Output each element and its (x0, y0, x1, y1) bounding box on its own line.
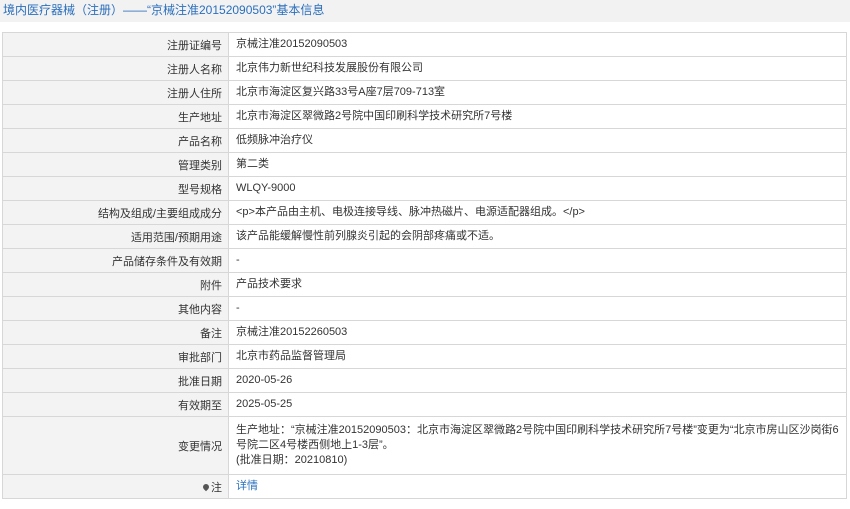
table-row: 备注 京械注准20152260503 (2, 320, 847, 345)
field-value: 该产品能缓解慢性前列腺炎引起的会阴部疼痛或不适。 (228, 224, 847, 249)
field-label: 变更情况 (2, 416, 229, 475)
field-label: 型号规格 (2, 176, 229, 201)
table-row: 适用范围/预期用途 该产品能缓解慢性前列腺炎引起的会阴部疼痛或不适。 (2, 224, 847, 249)
table-row: 批准日期 2020-05-26 (2, 368, 847, 393)
table-row: 结构及组成/主要组成成分 <p>本产品由主机、电极连接导线、脉冲热磁片、电源适配器… (2, 200, 847, 225)
note-value: 详情 (228, 474, 847, 499)
field-label: 管理类别 (2, 152, 229, 177)
field-value: 产品技术要求 (228, 272, 847, 297)
field-label: 产品储存条件及有效期 (2, 248, 229, 273)
field-value: WLQY-9000 (228, 176, 847, 201)
field-label: 有效期至 (2, 392, 229, 417)
field-value: 北京市药品监督管理局 (228, 344, 847, 369)
field-label: 注册人名称 (2, 56, 229, 81)
table-row: 注册人名称 北京伟力新世纪科技发展股份有限公司 (2, 56, 847, 81)
page-title: 境内医疗器械（注册）——“京械注准20152090503”基本信息 (3, 0, 324, 20)
table-row: 有效期至 2025-05-25 (2, 392, 847, 417)
table-row: 审批部门 北京市药品监督管理局 (2, 344, 847, 369)
field-label: 批准日期 (2, 368, 229, 393)
field-label: 附件 (2, 272, 229, 297)
record-title: “京械注准20152090503”基本信息 (147, 3, 325, 17)
field-value: 京械注准20152090503 (228, 32, 847, 57)
field-label: 生产地址 (2, 104, 229, 129)
detail-table: 注册证编号 京械注准20152090503 注册人名称 北京伟力新世纪科技发展股份有限… (2, 32, 847, 499)
change-approval-date: (批准日期：20210810) (236, 454, 348, 466)
page-header: 境内医疗器械（注册）——“京械注准20152090503”基本信息 (0, 0, 850, 22)
field-value: - (228, 296, 847, 321)
details-link[interactable]: 详情 (236, 480, 258, 492)
field-value: 京械注准20152260503 (228, 320, 847, 345)
field-label: 注册证编号 (2, 32, 229, 57)
field-label: 备注 (2, 320, 229, 345)
field-label: 其他内容 (2, 296, 229, 321)
table-row: 生产地址 北京市海淀区翠微路2号院中国印刷科学技术研究所7号楼 (2, 104, 847, 129)
table-row: 型号规格 WLQY-9000 (2, 176, 847, 201)
field-label: 注 (211, 481, 222, 494)
field-value: - (228, 248, 847, 273)
table-row: 注册人住所 北京市海淀区复兴路33号A座7层709-713室 (2, 80, 847, 105)
change-value: 生产地址：“京械注准20152090503：北京市海淀区翠微路2号院中国印刷科学… (228, 416, 847, 475)
field-value: 第二类 (228, 152, 847, 177)
table-row-change: 变更情况 生产地址：“京械注准20152090503：北京市海淀区翠微路2号院中… (2, 416, 847, 475)
field-label: 审批部门 (2, 344, 229, 369)
field-value: 北京伟力新世纪科技发展股份有限公司 (228, 56, 847, 81)
table-row-note: 注 详情 (2, 474, 847, 499)
section-title: 境内医疗器械（注册） (3, 3, 124, 17)
field-label: 适用范围/预期用途 (2, 224, 229, 249)
change-line: 生产地址：“京械注准20152090503：北京市海淀区翠微路2号院中国印刷科学… (236, 424, 839, 451)
field-value: 2020-05-26 (228, 368, 847, 393)
field-value: <p>本产品由主机、电极连接导线、脉冲热磁片、电源适配器组成。</p> (228, 200, 847, 225)
field-value: 北京市海淀区翠微路2号院中国印刷科学技术研究所7号楼 (228, 104, 847, 129)
field-value: 2025-05-25 (228, 392, 847, 417)
note-label-cell: 注 (2, 474, 229, 499)
table-row: 产品名称 低频脉冲治疗仪 (2, 128, 847, 153)
table-row: 管理类别 第二类 (2, 152, 847, 177)
field-label: 结构及组成/主要组成成分 (2, 200, 229, 225)
field-value: 北京市海淀区复兴路33号A座7层709-713室 (228, 80, 847, 105)
map-pin-icon (201, 482, 211, 491)
title-separator: —— (123, 3, 148, 17)
table-row: 产品储存条件及有效期 - (2, 248, 847, 273)
field-value: 低频脉冲治疗仪 (228, 128, 847, 153)
table-row: 附件 产品技术要求 (2, 272, 847, 297)
table-row: 其他内容 - (2, 296, 847, 321)
table-row: 注册证编号 京械注准20152090503 (2, 32, 847, 57)
field-label: 产品名称 (2, 128, 229, 153)
field-label: 注册人住所 (2, 80, 229, 105)
